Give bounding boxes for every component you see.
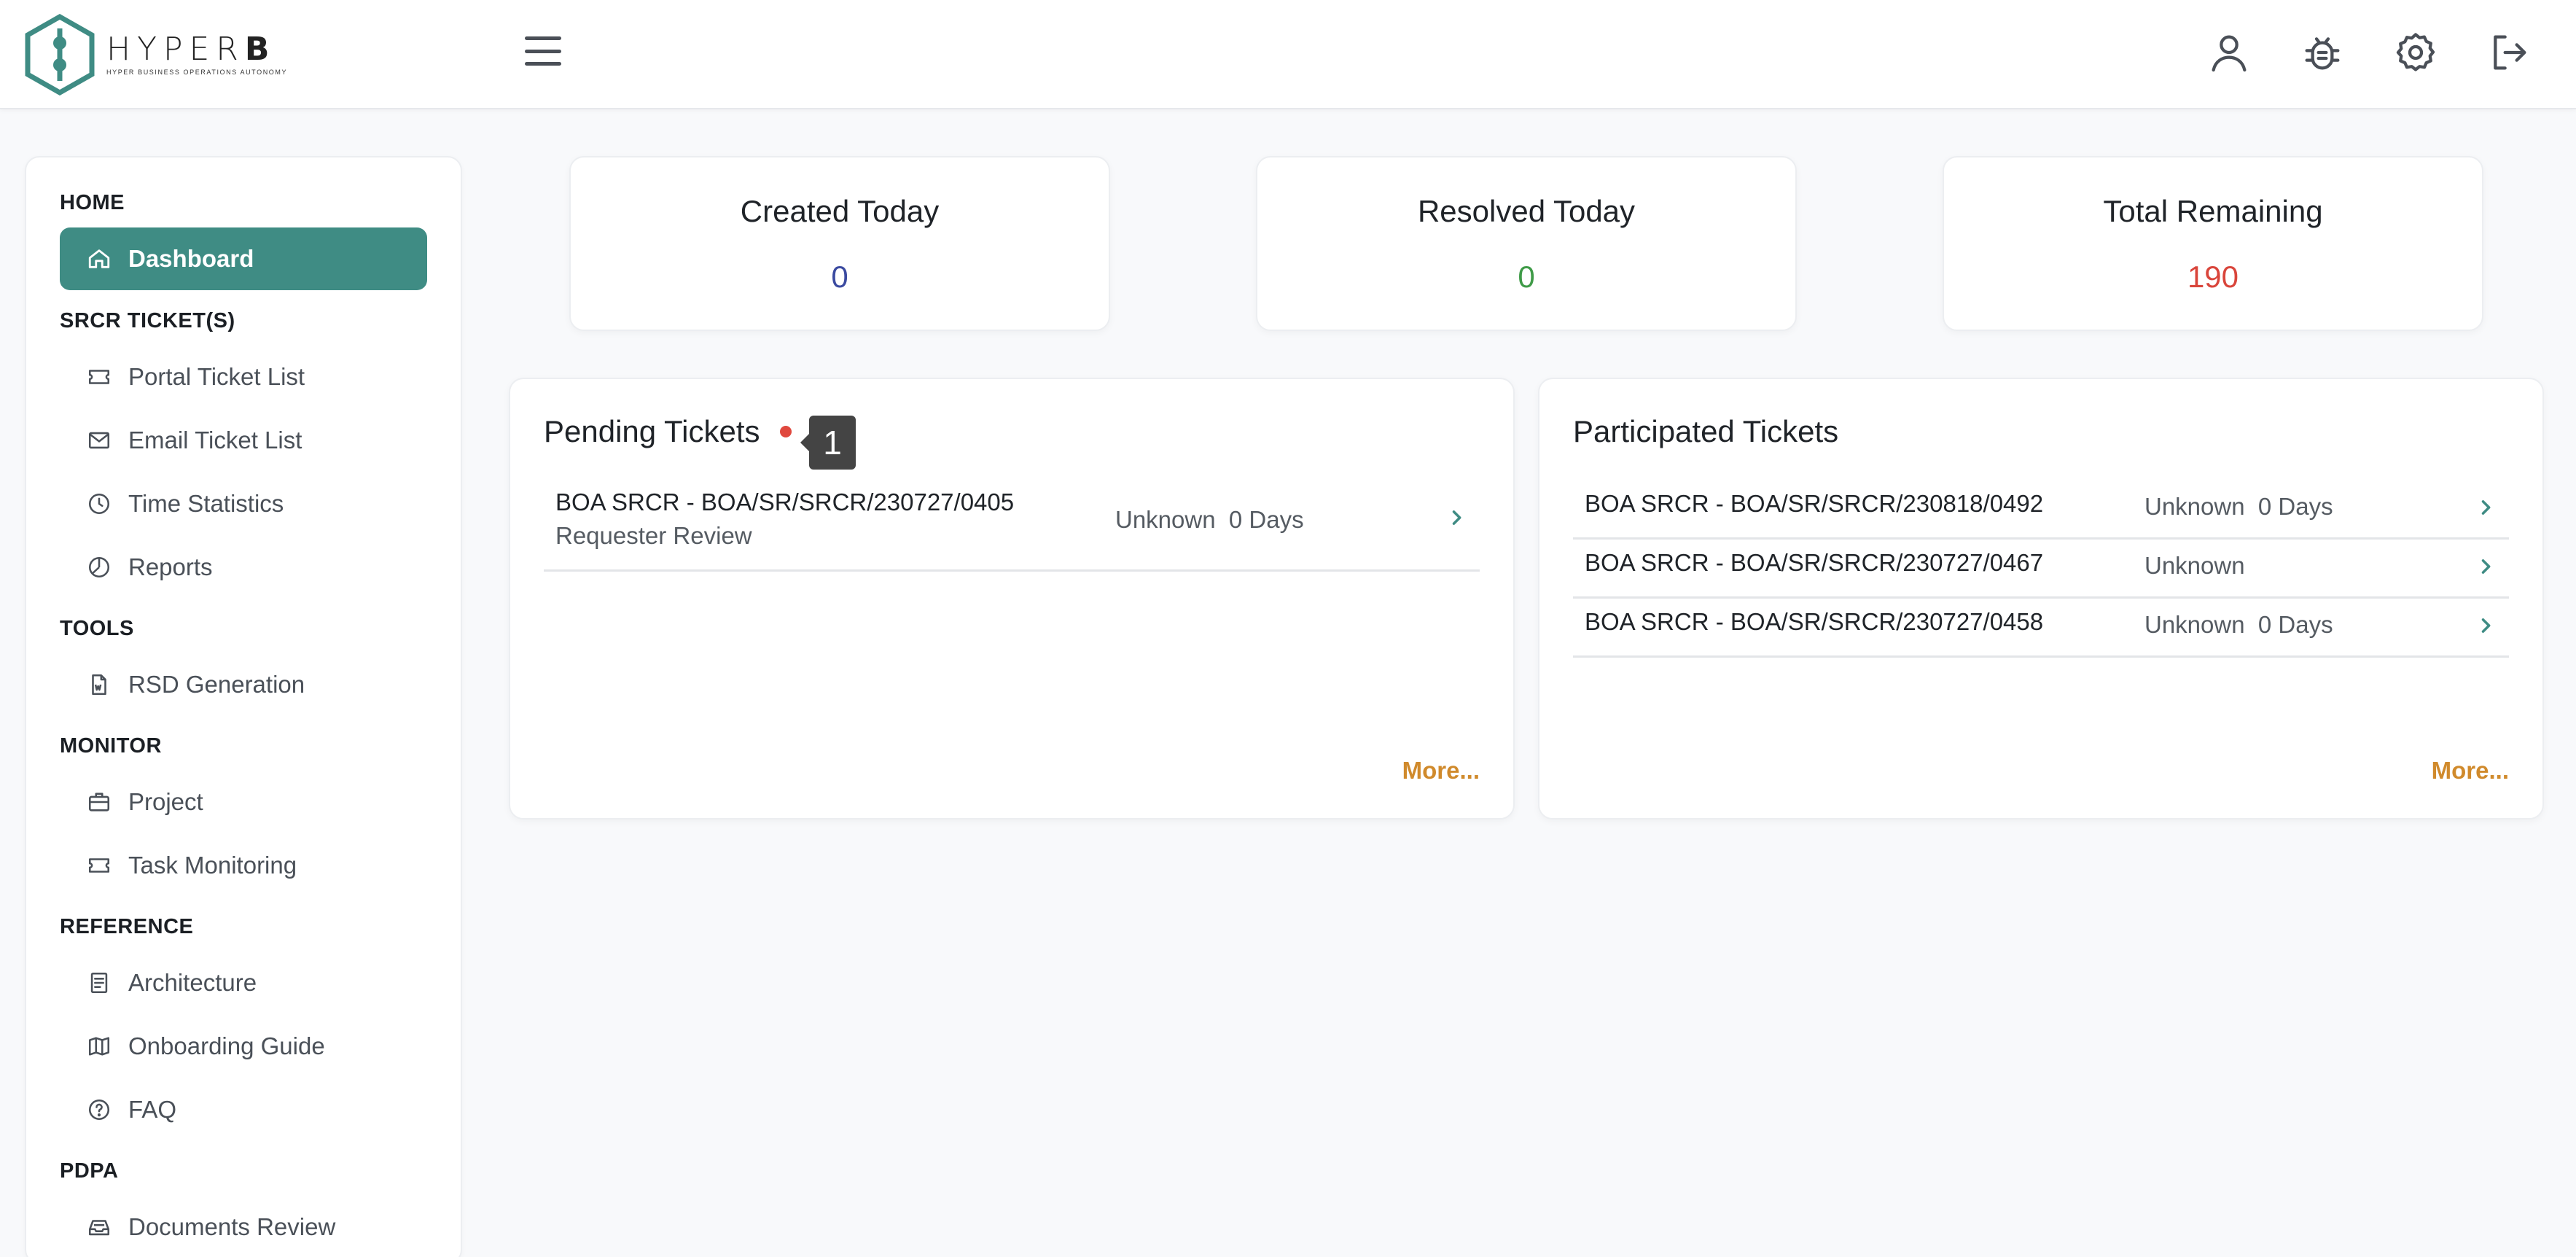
pie-chart-icon [86, 554, 112, 580]
stat-card-total-remaining: Total Remaining 190 [1943, 156, 2483, 331]
sidebar-item-label: Portal Ticket List [128, 363, 305, 390]
sidebar-item-faq[interactable]: FAQ [60, 1078, 427, 1141]
ticket-status: Unknown 0 Days [2144, 611, 2333, 638]
sidebar-item-onboarding-guide[interactable]: Onboarding Guide [60, 1015, 427, 1078]
sidebar-section-reference: REFERENCE [60, 915, 194, 938]
sidebar-section-monitor: MONITOR [60, 734, 162, 758]
sidebar: HOME Dashboard SRCR TICKET(S) Portal Tic… [25, 156, 462, 1257]
ticket-stage: Requester Review [555, 522, 752, 549]
sidebar-item-label: Onboarding Guide [128, 1032, 325, 1059]
ticket-code: BOA SRCR - BOA/SR/SRCR/230727/0467 [1585, 549, 2044, 576]
sidebar-item-label: Time Statistics [128, 490, 284, 517]
inbox-icon [86, 1214, 112, 1240]
sidebar-item-project[interactable]: Project [60, 771, 427, 833]
mail-icon [86, 427, 112, 454]
hamburger-icon[interactable] [523, 35, 563, 67]
sidebar-item-reports[interactable]: Reports [60, 536, 427, 599]
sidebar-item-email-ticket-list[interactable]: Email Ticket List [60, 409, 427, 472]
ticket-code: BOA SRCR - BOA/SR/SRCR/230818/0492 [1585, 490, 2044, 517]
sidebar-item-label: Architecture [128, 969, 257, 996]
gear-icon[interactable] [2392, 29, 2439, 76]
table-row[interactable]: BOA SRCR - BOA/SR/SRCR/230727/0458 Unkno… [1573, 599, 2509, 658]
briefcase-icon [86, 789, 112, 815]
ticket-code: BOA SRCR - BOA/SR/SRCR/230727/0405 [555, 489, 1015, 515]
table-row[interactable]: BOA SRCR - BOA/SR/SRCR/230727/0405 Reque… [544, 481, 1480, 572]
sidebar-item-label: Documents Review [128, 1213, 336, 1240]
count-badge: 1 [800, 416, 856, 470]
sidebar-section-srcr-tickets: SRCR TICKET(S) [60, 309, 235, 332]
home-icon [86, 246, 112, 272]
chevron-right-icon [1452, 510, 1461, 525]
ticket-code: BOA SRCR - BOA/SR/SRCR/230727/0458 [1585, 608, 2044, 635]
panel-title: Participated Tickets [1573, 414, 1839, 448]
top-bar: HYPERB HYPER BUSINESS OPERATIONS AUTONOM… [0, 0, 2576, 109]
stat-value: 0 [1518, 260, 1535, 294]
chevron-right-icon [2481, 618, 2491, 633]
sidebar-item-label: Email Ticket List [128, 427, 303, 454]
stat-card-resolved-today: Resolved Today 0 [1256, 156, 1797, 331]
sidebar-section-tools: TOOLS [60, 617, 134, 640]
chevron-right-icon [2481, 500, 2491, 515]
sidebar-item-documents-review[interactable]: Documents Review [60, 1196, 427, 1257]
bug-icon[interactable] [2299, 29, 2346, 76]
stat-title: Created Today [740, 194, 940, 228]
sidebar-section-home: HOME [60, 191, 125, 214]
notification-dot [780, 426, 792, 437]
stat-title: Resolved Today [1417, 194, 1636, 228]
sidebar-item-dashboard[interactable]: Dashboard [60, 227, 427, 290]
sidebar-item-label: Reports [128, 553, 213, 580]
ticket-icon [86, 852, 112, 879]
stat-title: Total Remaining [2103, 194, 2323, 228]
sidebar-item-architecture[interactable]: Architecture [60, 951, 427, 1014]
sidebar-item-time-statistics[interactable]: Time Statistics [60, 472, 427, 535]
hyperb-logo-icon [25, 14, 95, 96]
table-row[interactable]: BOA SRCR - BOA/SR/SRCR/230727/0467 Unkno… [1573, 540, 2509, 599]
panel-title: Pending Tickets [544, 414, 760, 448]
sidebar-item-rsd-generation[interactable]: RSD Generation [60, 653, 427, 716]
sidebar-item-label: Project [128, 788, 203, 815]
stat-card-created-today: Created Today 0 [569, 156, 1110, 331]
more-link[interactable]: More... [1402, 757, 1480, 785]
more-link[interactable]: More... [2432, 757, 2509, 785]
ticket-icon [86, 364, 112, 390]
sidebar-item-label: FAQ [128, 1096, 177, 1123]
ticket-status: Unknown [2144, 552, 2245, 579]
sidebar-section-pdpa: PDPA [60, 1159, 119, 1183]
stat-value: 190 [2187, 260, 2239, 294]
map-icon [86, 1033, 112, 1059]
user-icon[interactable] [2206, 29, 2252, 76]
sidebar-item-task-monitoring[interactable]: Task Monitoring [60, 834, 427, 897]
ticket-status: Unknown 0 Days [1115, 506, 1304, 533]
ticket-status: Unknown 0 Days [2144, 493, 2333, 520]
sidebar-item-label: RSD Generation [128, 671, 305, 698]
brand-tagline: HYPER BUSINESS OPERATIONS AUTONOMY [106, 69, 288, 76]
brand-name: HYPERB [106, 31, 273, 68]
document-icon [86, 970, 112, 996]
app-logo[interactable]: HYPERB HYPER BUSINESS OPERATIONS AUTONOM… [23, 9, 287, 101]
stat-value: 0 [831, 260, 848, 294]
clock-icon [86, 491, 112, 517]
sidebar-item-label: Dashboard [128, 245, 254, 272]
table-row[interactable]: BOA SRCR - BOA/SR/SRCR/230818/0492 Unkno… [1573, 481, 2509, 540]
sidebar-item-label: Task Monitoring [128, 852, 297, 879]
sidebar-item-portal-ticket-list[interactable]: Portal Ticket List [60, 346, 427, 408]
participated-tickets-panel: Participated Tickets BOA SRCR - BOA/SR/S… [1538, 378, 2544, 820]
logout-icon[interactable] [2486, 29, 2532, 76]
word-doc-icon [86, 672, 112, 698]
pending-tickets-panel: Pending Tickets 1 BOA SRCR - BOA/SR/SRCR… [509, 378, 1515, 820]
chevron-right-icon [2481, 559, 2491, 574]
help-circle-icon [86, 1097, 112, 1123]
